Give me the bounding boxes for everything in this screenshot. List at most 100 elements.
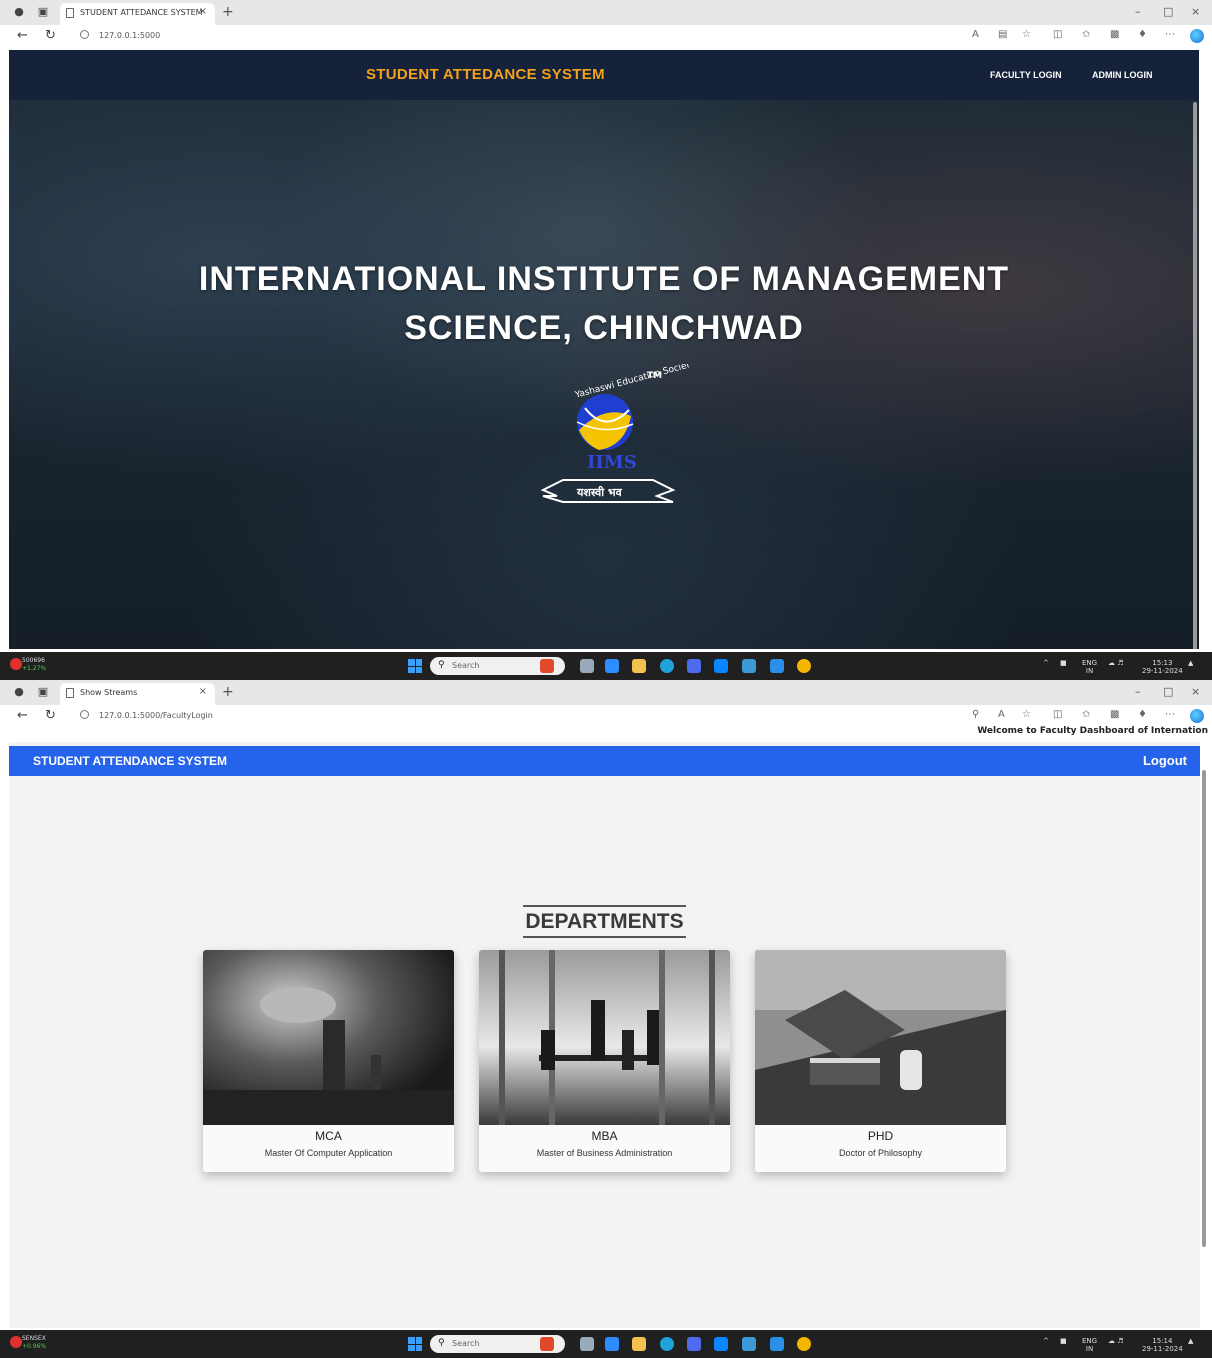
favorite-icon[interactable]: ☆ — [1022, 709, 1031, 720]
network-volume-icon[interactable]: ☁ ♬ — [1108, 659, 1124, 667]
stock-widget[interactable]: SENSEX +0.96% — [22, 1335, 46, 1351]
python-icon[interactable] — [742, 1337, 756, 1351]
copilot-app-icon[interactable] — [605, 659, 619, 673]
welcome-marquee: Welcome to Faculty Dashboard of Internat… — [977, 726, 1208, 736]
tray-chevron-icon[interactable]: ^ — [1043, 659, 1049, 667]
mba-card-image[interactable] — [479, 950, 730, 1125]
start-icon[interactable] — [408, 659, 422, 673]
widgets-icon[interactable] — [540, 1337, 554, 1351]
edge-icon[interactable] — [660, 1337, 674, 1351]
read-aloud-icon[interactable]: A — [972, 29, 979, 40]
task-view-icon[interactable] — [580, 1337, 594, 1351]
profile-icon[interactable]: ● — [12, 685, 26, 699]
language-indicator[interactable]: ENG IN — [1082, 1337, 1097, 1353]
copilot-icon[interactable] — [1190, 709, 1204, 723]
refresh-icon[interactable]: ↻ — [45, 708, 56, 723]
favorites-icon[interactable]: ✩ — [1082, 29, 1090, 40]
stock-widget[interactable]: 500696 +1.27% — [22, 657, 46, 673]
chrome-icon[interactable] — [797, 1337, 811, 1351]
collections-icon[interactable]: ▩ — [1110, 709, 1119, 720]
tray-app-icon[interactable]: ■ — [1060, 1337, 1067, 1345]
tray-app-icon[interactable]: ■ — [1060, 659, 1067, 667]
split-screen-icon[interactable]: ◫ — [1053, 709, 1062, 720]
copilot-app-icon[interactable] — [605, 1337, 619, 1351]
url-field[interactable]: 127.0.0.1:5000 — [80, 30, 160, 40]
widgets-icon[interactable] — [540, 659, 554, 673]
split-icon[interactable]: ▤ — [998, 29, 1007, 40]
extensions-icon[interactable]: ♦ — [1138, 709, 1147, 720]
copilot-icon[interactable] — [1190, 29, 1204, 43]
minimize-icon[interactable]: – — [1135, 5, 1141, 18]
tray-chevron-icon[interactable]: ^ — [1043, 1337, 1049, 1345]
split-screen-icon[interactable]: ◫ — [1053, 29, 1062, 40]
notification-icon[interactable]: ▲ — [1188, 1337, 1193, 1345]
site-brand[interactable]: STUDENT ATTEDANCE SYSTEM — [366, 66, 605, 83]
browser-tab[interactable]: Show Streams × — [60, 683, 215, 705]
back-icon[interactable]: ← — [17, 708, 28, 723]
file-explorer-icon[interactable] — [632, 1337, 646, 1351]
profile-icon[interactable]: ● — [12, 5, 26, 19]
favorites-icon[interactable]: ✩ — [1082, 709, 1090, 720]
start-icon[interactable] — [408, 1337, 422, 1351]
chrome-icon[interactable] — [797, 659, 811, 673]
back-icon[interactable]: ← — [17, 28, 28, 43]
edge-icon[interactable] — [660, 659, 674, 673]
favorite-icon[interactable]: ☆ — [1022, 29, 1031, 40]
close-tab-icon[interactable]: × — [199, 686, 207, 697]
scrollbar[interactable] — [1202, 770, 1206, 1247]
vscode-icon[interactable] — [770, 659, 784, 673]
scrollbar[interactable] — [1193, 102, 1197, 649]
tab-actions-icon[interactable]: ▣ — [36, 5, 50, 19]
refresh-icon[interactable]: ↻ — [45, 28, 56, 43]
admin-login-link[interactable]: ADMIN LOGIN — [1092, 70, 1153, 80]
photos-icon[interactable] — [714, 1337, 728, 1351]
address-bar: ← ↻ 127.0.0.1:5000 A ▤ ☆ ◫ ✩ ▩ ♦ ⋯ — [0, 25, 1212, 47]
departments-heading: DEPARTMENTS — [523, 905, 686, 938]
close-window-icon[interactable]: × — [1191, 685, 1200, 698]
extensions-icon[interactable]: ♦ — [1138, 29, 1147, 40]
maximize-icon[interactable]: □ — [1163, 685, 1173, 698]
site-info-icon[interactable] — [80, 710, 89, 719]
address-bar-2: ← ↻ 127.0.0.1:5000/FacultyLogin ⚲ A ☆ ◫ … — [0, 705, 1212, 727]
read-aloud-icon[interactable]: A — [998, 709, 1005, 720]
department-card-mba[interactable]: MBA Master of Business Administration — [479, 950, 730, 1172]
python-icon[interactable] — [742, 659, 756, 673]
language-indicator[interactable]: ENG IN — [1082, 659, 1097, 675]
browser-tab[interactable]: STUDENT ATTEDANCE SYSTEM × — [60, 3, 215, 25]
mca-card-image[interactable] — [203, 950, 454, 1125]
url-field[interactable]: 127.0.0.1:5000/FacultyLogin — [80, 710, 213, 720]
close-tab-icon[interactable]: × — [199, 6, 207, 17]
store-icon[interactable] — [687, 1337, 701, 1351]
url-text: 127.0.0.1:5000/FacultyLogin — [99, 711, 213, 720]
notification-icon[interactable]: ▲ — [1188, 659, 1193, 667]
photos-icon[interactable] — [714, 659, 728, 673]
department-card-mca[interactable]: MCA Master Of Computer Application — [203, 950, 454, 1172]
stock-widget-icon[interactable] — [10, 1336, 22, 1348]
clock[interactable]: 15:14 29-11-2024 — [1142, 1337, 1183, 1353]
department-card-phd[interactable]: PHD Doctor of Philosophy — [755, 950, 1006, 1172]
maximize-icon[interactable]: □ — [1163, 5, 1173, 18]
close-window-icon[interactable]: × — [1191, 5, 1200, 18]
clock[interactable]: 15:13 29-11-2024 — [1142, 659, 1183, 675]
new-tab-icon[interactable]: + — [222, 684, 234, 700]
file-explorer-icon[interactable] — [632, 659, 646, 673]
stock-widget-icon[interactable] — [10, 658, 22, 670]
tab-actions-icon[interactable]: ▣ — [36, 685, 50, 699]
site-info-icon[interactable] — [80, 30, 89, 39]
faculty-login-link[interactable]: FACULTY LOGIN — [990, 70, 1062, 80]
collections-icon[interactable]: ▩ — [1110, 29, 1119, 40]
search-page-icon[interactable]: ⚲ — [972, 709, 979, 720]
dashboard-navbar: STUDENT ATTENDANCE SYSTEM Logout — [9, 746, 1200, 776]
new-tab-icon[interactable]: + — [222, 4, 234, 20]
vscode-icon[interactable] — [770, 1337, 784, 1351]
more-icon[interactable]: ⋯ — [1165, 709, 1175, 720]
task-view-icon[interactable] — [580, 659, 594, 673]
phd-card-image[interactable] — [755, 950, 1006, 1125]
minimize-icon[interactable]: – — [1135, 685, 1141, 698]
tab-title: STUDENT ATTEDANCE SYSTEM — [80, 8, 203, 17]
dashboard-brand[interactable]: STUDENT ATTENDANCE SYSTEM — [33, 754, 227, 768]
store-icon[interactable] — [687, 659, 701, 673]
network-volume-icon[interactable]: ☁ ♬ — [1108, 1337, 1124, 1345]
logout-button[interactable]: Logout — [1143, 753, 1187, 768]
more-icon[interactable]: ⋯ — [1165, 29, 1175, 40]
